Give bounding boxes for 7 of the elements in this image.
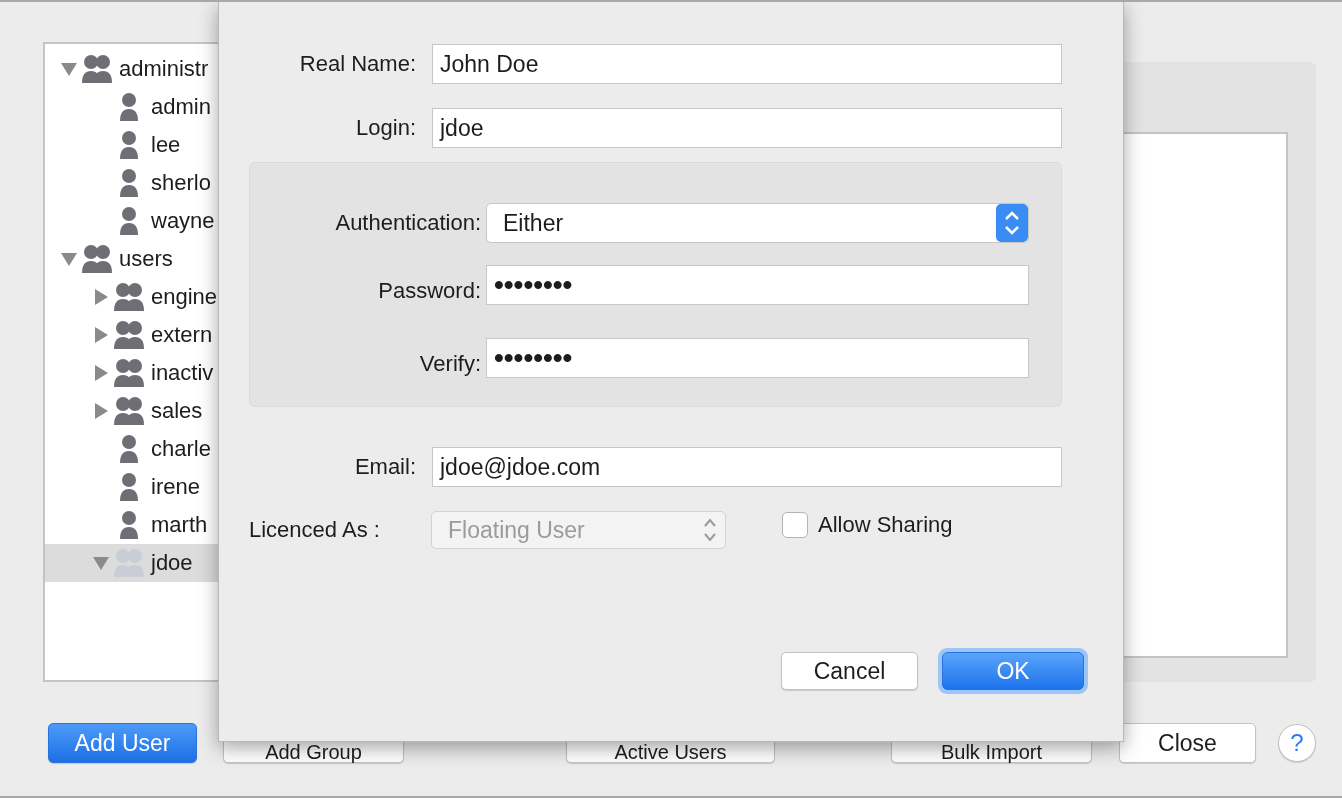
- field-label: Real Name:: [298, 51, 416, 77]
- field-label: Login:: [355, 115, 416, 141]
- field-label: Licenced As :: [249, 517, 381, 543]
- field-label: Verify:: [418, 351, 481, 377]
- field-label: Email:: [353, 454, 416, 480]
- field-label: Password:: [377, 278, 481, 304]
- field-label: Authentication:: [334, 210, 481, 236]
